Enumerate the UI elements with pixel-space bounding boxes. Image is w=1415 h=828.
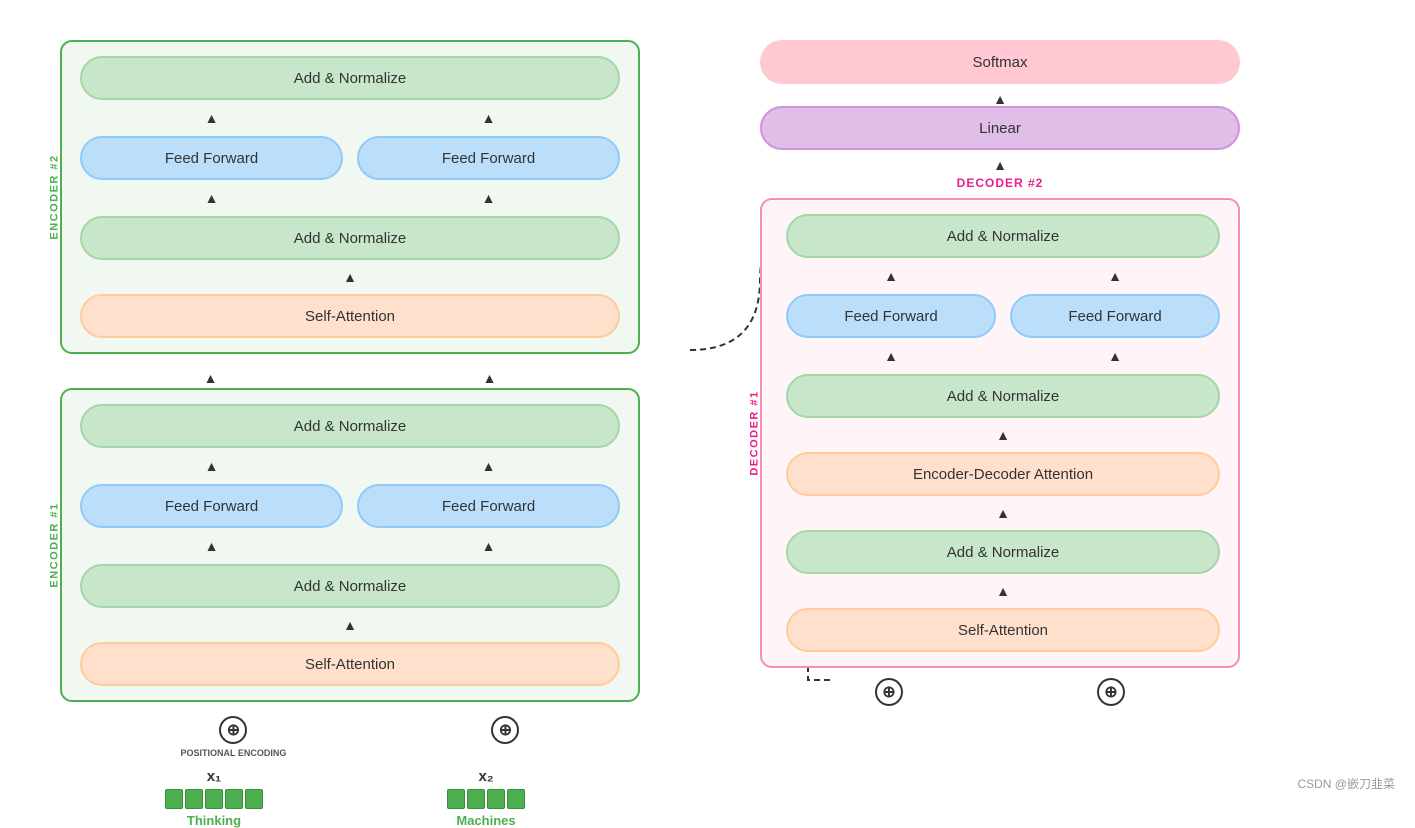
enc-dec-attention-block: Encoder-Decoder Attention [786, 452, 1220, 496]
encoder2-add-norm-top: Add & Normalize [80, 56, 620, 100]
encoder1-add-norm-mid: Add & Normalize [80, 564, 620, 608]
decoder1-self-attn: Self-Attention [786, 608, 1220, 652]
input-group-2: x₂ Machines [350, 768, 622, 828]
arrow-up-3: ▲ [80, 190, 343, 206]
arrow-softmax: ▲ [760, 92, 1240, 106]
x1-label: x₁ [207, 768, 222, 785]
input-group-1: x₁ Thinking [78, 768, 350, 828]
diagram-container: ENCODER #2 Add & Normalize ▲ ▲ Feed Forw… [0, 0, 1415, 804]
arrow-dec-4: ▲ [1010, 348, 1220, 364]
arrow-enc-conn-2: ▲ [357, 370, 622, 386]
encoder2-add-norm-mid: Add & Normalize [80, 216, 620, 260]
encoder2-label: ENCODER #2 [49, 154, 61, 239]
arrow-up-5: ▲ [80, 270, 620, 284]
plus-circle-3: ⊕ [875, 678, 903, 706]
arrow-up-2: ▲ [357, 110, 620, 126]
plus-circle-1: ⊕ [219, 716, 247, 744]
plus-circle-4: ⊕ [1097, 678, 1125, 706]
arrow-up-1: ▲ [80, 110, 343, 126]
encoder2-self-attn: Self-Attention [80, 294, 620, 338]
arrow-dec-1: ▲ [786, 268, 996, 284]
encoder2-ff-left: Feed Forward [80, 136, 343, 180]
plus-circle-2: ⊕ [491, 716, 519, 744]
arrow-dec-7: ▲ [786, 584, 1220, 598]
arrow-up-7: ▲ [357, 458, 620, 474]
arrow-up-8: ▲ [80, 538, 343, 554]
arrow-up-10: ▲ [80, 618, 620, 632]
arrow-up-6: ▲ [80, 458, 343, 474]
encoder1-ff-left: Feed Forward [80, 484, 343, 528]
decoder1-ff-row: Feed Forward Feed Forward [786, 294, 1220, 338]
encoder1-ff-row: Feed Forward Feed Forward [80, 484, 620, 528]
arrow-linear: ▲ [760, 158, 1240, 172]
arrow-up-9: ▲ [357, 538, 620, 554]
encoder2-box: Add & Normalize ▲ ▲ Feed Forward Feed Fo… [60, 40, 640, 354]
arrow-enc-conn-1: ▲ [78, 370, 343, 386]
arrow-up-4: ▲ [357, 190, 620, 206]
linear-block: Linear [760, 106, 1240, 150]
encoder1-self-attn: Self-Attention [80, 642, 620, 686]
x2-name: Machines [456, 813, 515, 828]
pos-enc-label: POSITIONAL ENCODING [181, 748, 287, 758]
encoder1-box: Add & Normalize ▲ ▲ Feed Forward Feed Fo… [60, 388, 640, 702]
encoder2-ff-row: Feed Forward Feed Forward [80, 136, 620, 180]
encoder1-ff-right: Feed Forward [357, 484, 620, 528]
decoder1-label: DECODER #1 [749, 390, 761, 475]
x1-name: Thinking [187, 813, 241, 828]
encoder2-ff-right: Feed Forward [357, 136, 620, 180]
decoder1-add-norm-bot: Add & Normalize [786, 530, 1220, 574]
decoder1-box: Add & Normalize ▲ ▲ Feed Forward Feed Fo… [760, 198, 1240, 668]
arrow-dec-3: ▲ [786, 348, 996, 364]
softmax-block: Softmax [760, 40, 1240, 84]
watermark: CSDN @嵌刀韭菜 [1297, 775, 1395, 792]
arrow-dec-2: ▲ [1010, 268, 1220, 284]
decoder1-ff-right: Feed Forward [1010, 294, 1220, 338]
decoder1-add-norm-mid: Add & Normalize [786, 374, 1220, 418]
encoder1-add-norm-top: Add & Normalize [80, 404, 620, 448]
x2-label: x₂ [478, 768, 493, 785]
decoder1-add-norm-top: Add & Normalize [786, 214, 1220, 258]
encoder1-label: ENCODER #1 [49, 502, 61, 587]
decoder2-label: DECODER #2 [760, 172, 1240, 194]
arrow-dec-5: ▲ [786, 428, 1220, 442]
decoder1-ff-left: Feed Forward [786, 294, 996, 338]
arrow-dec-6: ▲ [786, 506, 1220, 520]
